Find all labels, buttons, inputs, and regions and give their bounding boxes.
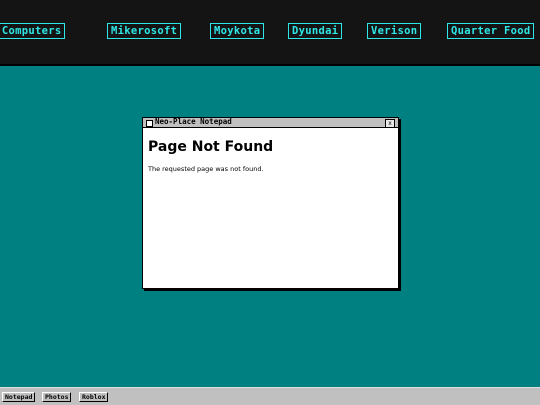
notepad-window: Neo-Place Notepad x Page Not Found The r… <box>142 117 399 289</box>
taskbar-notepad-button[interactable]: Notepad <box>2 392 36 402</box>
window-menu-icon[interactable] <box>146 120 153 127</box>
taskbar-roblox-button[interactable]: Roblox <box>79 392 109 402</box>
taskbar-photos-button[interactable]: Photos <box>42 392 72 402</box>
brand-link-dyundai[interactable]: Dyundai <box>288 23 343 39</box>
brand-link-verison[interactable]: Verison <box>367 23 422 39</box>
close-button[interactable]: x <box>385 119 395 128</box>
brand-link-quarter-food[interactable]: Quarter Food <box>447 23 535 39</box>
page-heading: Page Not Found <box>148 139 274 155</box>
taskbar: Notepad Photos Roblox <box>0 387 540 405</box>
brand-link-moykota[interactable]: Moykota <box>210 23 265 39</box>
window-titlebar[interactable]: Neo-Place Notepad x <box>143 117 398 128</box>
brand-bar: ar Computers Mikerosoft Moykota Dyundai … <box>0 0 540 66</box>
window-title: Neo-Place Notepad <box>155 117 232 126</box>
error-message: The requested page was not found. <box>148 165 264 173</box>
brand-link-computers[interactable]: ar Computers <box>0 23 66 39</box>
brand-link-mikerosoft[interactable]: Mikerosoft <box>107 23 182 39</box>
